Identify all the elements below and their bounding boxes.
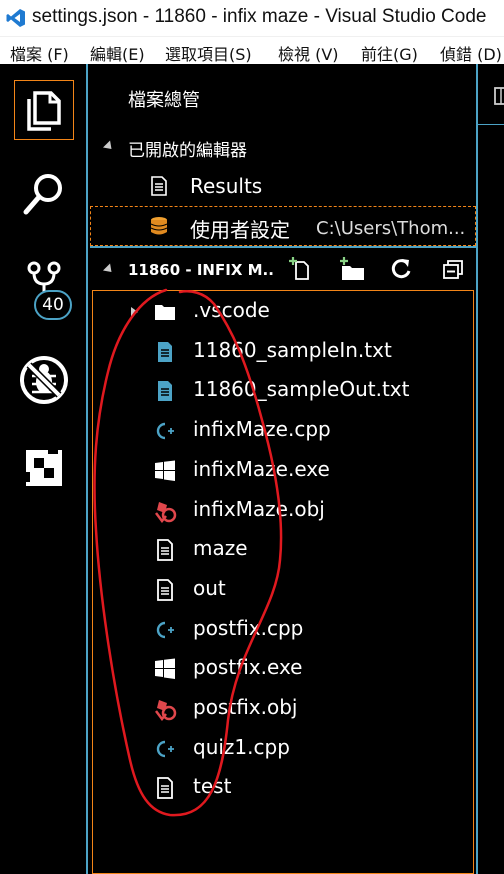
explorer-button[interactable] (14, 80, 74, 140)
debug-button[interactable] (14, 350, 74, 410)
file-name: test (193, 774, 232, 799)
obj-file-icon (153, 697, 177, 722)
menu-go[interactable]: 前往(G) (361, 41, 418, 65)
file-tree-item[interactable]: .vscode (93, 292, 473, 332)
no-bug-icon (20, 356, 68, 404)
file-name: quiz1.cpp (193, 734, 290, 759)
windows-exe-icon (153, 459, 177, 483)
file-name: 11860_sampleIn.txt (193, 337, 392, 362)
chevron-down-icon (102, 140, 116, 153)
file-name: postfix.obj (193, 695, 298, 719)
search-icon (23, 174, 62, 215)
editor-area (476, 64, 504, 874)
file-tree-item[interactable]: out (93, 570, 473, 610)
text-file-icon (153, 379, 177, 403)
file-tree-item[interactable]: test (93, 768, 473, 808)
search-button[interactable] (14, 164, 74, 224)
scm-count-badge: 40 (34, 290, 72, 320)
collapse-all-icon[interactable] (440, 256, 466, 282)
open-editor-item[interactable]: 使用者設定 C:\Users\Thom... (90, 206, 476, 246)
menu-edit[interactable]: 編輯(E) (90, 41, 145, 65)
file-tree-item[interactable]: postfix.exe (93, 649, 473, 689)
file-name: maze (193, 536, 248, 561)
window-title: settings.json - 11860 - infix maze - Vis… (32, 6, 487, 27)
explorer-sidebar: 檔案總管 已開啟的編輯器 Results 使用者設定 C:\Users\Thom… (90, 64, 476, 874)
file-tree-item[interactable]: 11860_sampleIn.txt (93, 332, 473, 372)
refresh-icon[interactable] (388, 256, 414, 282)
sidebar-title: 檔案總管 (128, 90, 200, 111)
editor-tab-icon[interactable] (494, 86, 504, 106)
menu-view[interactable]: 檢視 (V) (278, 41, 339, 65)
extensions-icon (24, 448, 62, 486)
file-name: .vscode (193, 298, 270, 322)
menu-file[interactable]: 檔案 (F) (10, 41, 69, 65)
chevron-right-icon (131, 307, 138, 317)
cpp-file-icon (153, 618, 177, 642)
file-tree-item[interactable]: quiz1.cpp (93, 729, 473, 769)
file-name: postfix.exe (193, 655, 303, 680)
activity-bar: 40 (0, 64, 88, 874)
folder-label: 11860 - INFIX M.. (128, 261, 274, 279)
files-icon (27, 91, 61, 131)
open-editor-label: Results (190, 174, 263, 198)
menu-bar: 檔案 (F) 編輯(E) 選取項目(S) 檢視 (V) 前往(G) 偵錯 (D) (0, 36, 504, 64)
new-file-icon[interactable] (288, 256, 314, 282)
file-name: out (193, 575, 226, 600)
file-name: postfix.cpp (193, 615, 304, 640)
plain-file-icon (153, 776, 177, 800)
open-editor-label: 使用者設定 (190, 218, 290, 242)
open-editor-item[interactable]: Results (90, 166, 476, 206)
file-name: infixMaze.exe (193, 456, 330, 481)
file-name: infixMaze.cpp (193, 417, 331, 442)
windows-exe-icon (153, 657, 177, 681)
folder-header[interactable]: 11860 - INFIX M.. (90, 250, 476, 290)
tab-divider (478, 124, 504, 125)
file-tree-item[interactable]: maze (93, 530, 473, 570)
open-editors-label: 已開啟的編輯器 (128, 141, 247, 161)
file-tree-item[interactable]: infixMaze.cpp (93, 411, 473, 451)
obj-file-icon (153, 499, 177, 523)
open-editors-header[interactable]: 已開啟的編輯器 (90, 126, 476, 166)
file-tree-item[interactable]: 11860_sampleOut.txt (93, 371, 473, 411)
menu-selection[interactable]: 選取項目(S) (165, 41, 252, 65)
file-tree-item[interactable]: infixMaze.exe (93, 451, 473, 491)
file-tree: .vscode 11860_sampleIn.txt 11860_sampleOut… (92, 290, 474, 874)
folder-icon (153, 300, 177, 324)
file-tree-item[interactable]: infixMaze.obj (93, 491, 473, 531)
open-editor-path: C:\Users\Thom... (316, 218, 466, 239)
file-name: infixMaze.obj (193, 496, 325, 521)
cpp-file-icon (153, 419, 177, 443)
extensions-button[interactable] (14, 438, 74, 498)
cpp-file-icon (153, 737, 177, 761)
text-file-icon (153, 340, 177, 364)
menu-debug[interactable]: 偵錯 (D) (440, 41, 502, 65)
file-tree-item[interactable]: postfix.obj (93, 689, 473, 729)
file-name: 11860_sampleOut.txt (193, 377, 410, 402)
plain-file-icon (153, 578, 177, 602)
title-bar: settings.json - 11860 - infix maze - Vis… (0, 0, 504, 36)
plain-file-icon (153, 538, 177, 562)
file-tree-item[interactable]: postfix.cpp (93, 610, 473, 650)
plain-file-icon (151, 176, 167, 196)
vscode-logo-icon (6, 9, 25, 27)
settings-file-icon (150, 217, 168, 235)
source-control-button[interactable]: 40 (14, 250, 74, 320)
chevron-down-icon (102, 263, 116, 276)
new-folder-icon[interactable] (338, 256, 366, 282)
section-divider (90, 246, 476, 248)
